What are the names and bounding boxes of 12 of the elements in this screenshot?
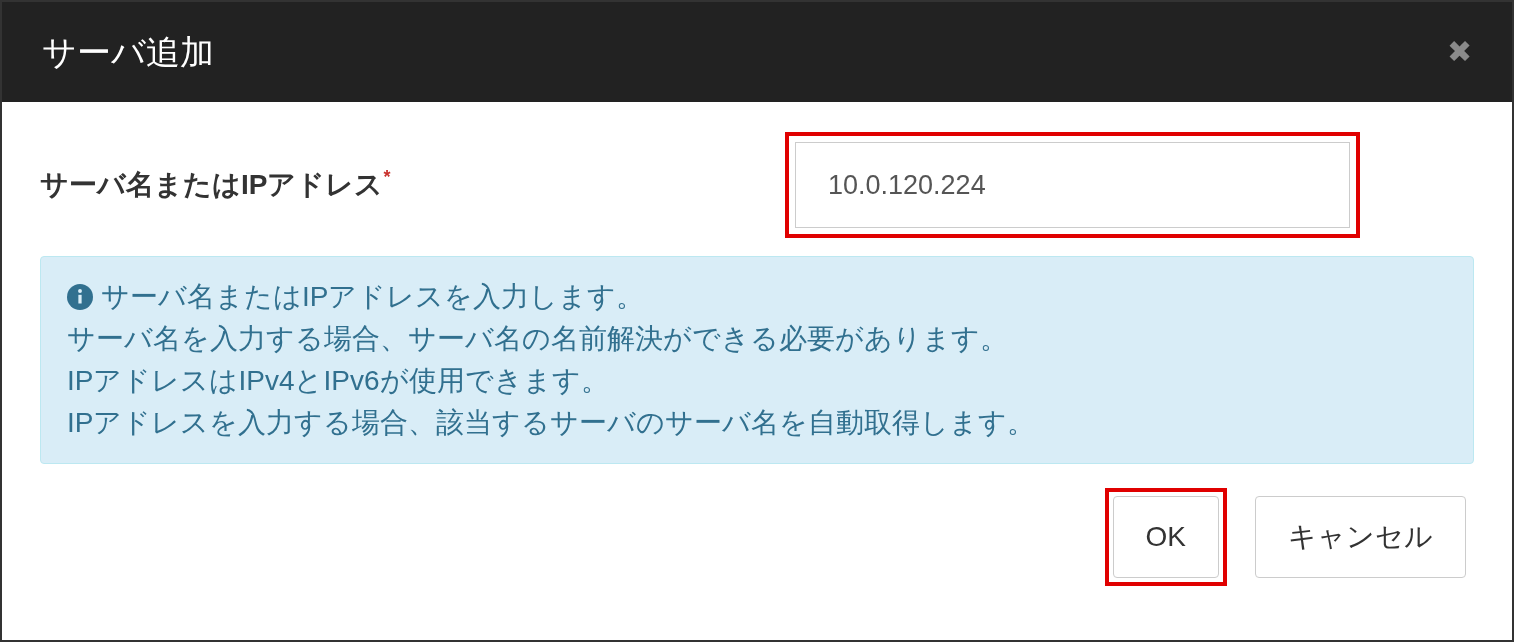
- info-text: サーバ名またはIPアドレスを入力します。: [101, 280, 645, 314]
- info-text: IPアドレスを入力する場合、該当するサーバのサーバ名を自動取得します。: [67, 406, 1036, 440]
- field-label: サーバ名またはIPアドレス: [40, 168, 384, 202]
- input-field[interactable]: 10.0.120.224: [795, 142, 1350, 228]
- info-text: サーバ名を入力する場合、サーバ名の名前解決ができる必要があります。: [67, 322, 1008, 356]
- info-icon: [67, 284, 93, 310]
- info-text: IPアドレスはIPv4とIPv6が使用できます。: [67, 364, 609, 398]
- dialog-title: サーバ追加: [42, 31, 214, 73]
- close-button[interactable]: ✖: [1447, 37, 1472, 67]
- required-mark: *: [383, 166, 391, 189]
- dialog-button[interactable]: キャンセル: [1255, 496, 1466, 578]
- dialog-button[interactable]: OK: [1112, 496, 1219, 578]
